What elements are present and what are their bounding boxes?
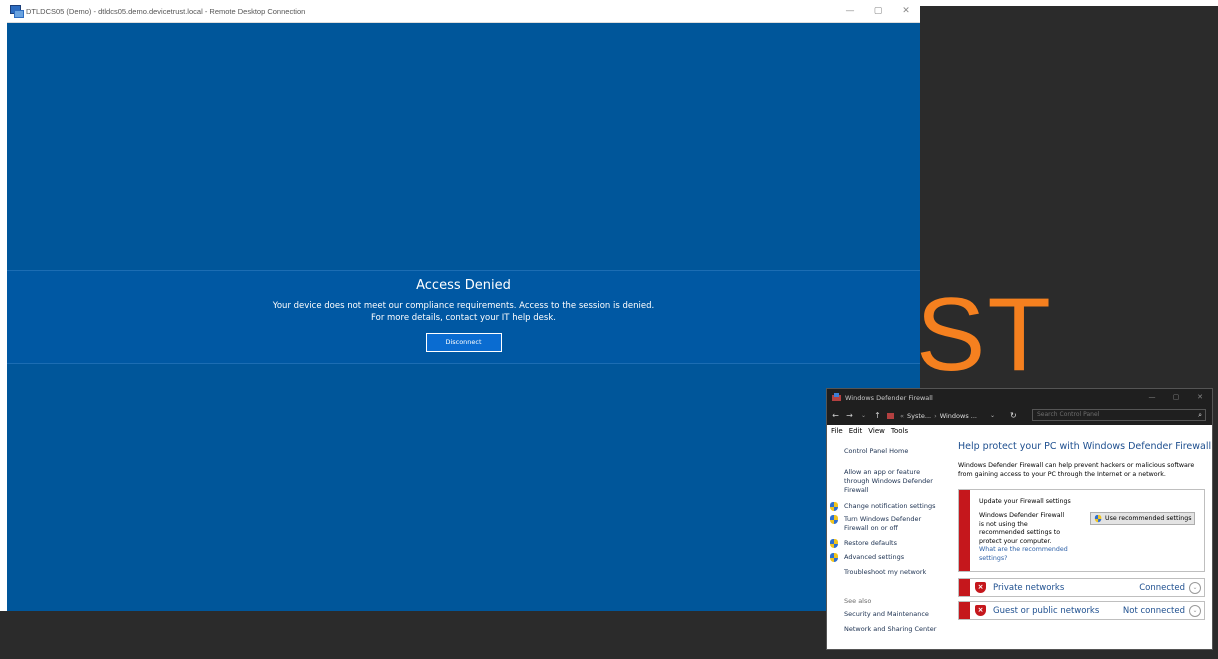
expand-chevron-icon[interactable]: ⌄ bbox=[1189, 582, 1201, 594]
see-also-heading: See also bbox=[844, 597, 872, 605]
firewall-navigation-bar: ← → ⌄ ↑ « Syste... › Windows ... ⌄ ↻ Sea… bbox=[827, 406, 1212, 425]
firewall-main-panel: Help protect your PC with Windows Defend… bbox=[958, 437, 1212, 649]
restore-defaults-item[interactable]: Restore defaults bbox=[830, 539, 897, 549]
uac-shield-icon bbox=[1094, 514, 1102, 523]
use-recommended-label: Use recommended settings bbox=[1105, 515, 1192, 522]
update-settings-title: Update your Firewall settings bbox=[979, 498, 1071, 505]
address-dropdown-icon[interactable]: ⌄ bbox=[990, 409, 995, 422]
status-bar bbox=[959, 579, 970, 596]
network-sharing-link[interactable]: Network and Sharing Center bbox=[844, 625, 936, 634]
firewall-window: Windows Defender Firewall — ▢ ✕ ← → ⌄ ↑ … bbox=[826, 388, 1213, 650]
access-denied-help: For more details, contact your IT help d… bbox=[371, 313, 556, 323]
breadcrumb-separator: « bbox=[900, 411, 904, 420]
close-button[interactable]: ✕ bbox=[892, 0, 920, 22]
network-name: Private networks bbox=[993, 583, 1065, 593]
page-title: Help protect your PC with Windows Defend… bbox=[958, 441, 1212, 452]
firewall-status-box: Update your Firewall settings Windows De… bbox=[958, 489, 1205, 572]
recommended-settings-link[interactable]: What are the recommended settings? bbox=[979, 546, 1079, 563]
network-state: Not connected bbox=[1122, 606, 1185, 616]
search-input[interactable]: Search Control Panel ⌕ bbox=[1032, 409, 1206, 421]
error-shield-icon: × bbox=[975, 605, 986, 616]
menu-file[interactable]: File bbox=[831, 427, 843, 435]
menu-bar: File Edit View Tools bbox=[827, 425, 1212, 436]
desktop-background-bottom bbox=[0, 611, 920, 659]
minimize-button[interactable]: — bbox=[1140, 389, 1164, 406]
search-placeholder: Search Control Panel bbox=[1037, 411, 1100, 418]
firewall-icon bbox=[832, 393, 841, 402]
back-arrow-icon[interactable]: ← bbox=[830, 411, 841, 420]
breadcrumb-separator: › bbox=[934, 411, 937, 420]
breadcrumb-windows-firewall[interactable]: Windows ... bbox=[940, 412, 977, 420]
security-maintenance-link[interactable]: Security and Maintenance bbox=[844, 610, 929, 619]
turn-on-off-link[interactable]: Turn Windows Defender Firewall on or off bbox=[844, 515, 934, 533]
disconnect-button[interactable]: Disconnect bbox=[425, 333, 502, 352]
allow-app-link[interactable]: Allow an app or feature through Windows … bbox=[844, 468, 944, 495]
use-recommended-settings-button[interactable]: Use recommended settings bbox=[1090, 512, 1195, 525]
refresh-icon[interactable]: ↻ bbox=[1010, 409, 1017, 422]
change-notifications-item[interactable]: Change notification settings bbox=[830, 502, 936, 512]
access-denied-banner: Access Denied Your device does not meet … bbox=[7, 270, 920, 364]
access-denied-message: Your device does not meet our compliance… bbox=[272, 301, 655, 311]
warning-message: Windows Defender Firewall is not using t… bbox=[979, 512, 1065, 545]
breadcrumb-system[interactable]: Syste... bbox=[907, 412, 931, 420]
brand-logo-fragment: ST bbox=[916, 277, 1053, 393]
expand-chevron-icon[interactable]: ⌄ bbox=[1189, 605, 1201, 617]
change-notifications-link[interactable]: Change notification settings bbox=[844, 502, 936, 512]
advanced-settings-item[interactable]: Advanced settings bbox=[830, 553, 904, 563]
uac-shield-icon bbox=[830, 539, 839, 549]
firewall-description: Windows Defender Firewall can help preve… bbox=[958, 462, 1195, 478]
maximize-button[interactable]: ▢ bbox=[1164, 389, 1188, 406]
forward-arrow-icon[interactable]: → bbox=[844, 411, 855, 420]
firewall-content: Control Panel Home Allow an app or featu… bbox=[827, 437, 1212, 649]
rdp-window-title: DTLDCS05 (Demo) - dtldcs05.demo.devicetr… bbox=[26, 6, 306, 16]
menu-edit[interactable]: Edit bbox=[849, 427, 863, 435]
firewall-window-controls: — ▢ ✕ bbox=[1140, 389, 1212, 406]
menu-tools[interactable]: Tools bbox=[891, 427, 908, 435]
public-networks-row[interactable]: × Guest or public networks Not connected… bbox=[958, 601, 1205, 620]
private-networks-row[interactable]: × Private networks Connected ⌄ bbox=[958, 578, 1205, 597]
control-panel-icon bbox=[887, 412, 894, 419]
advanced-settings-link[interactable]: Advanced settings bbox=[844, 553, 904, 563]
error-shield-icon: × bbox=[975, 582, 986, 593]
troubleshoot-link[interactable]: Troubleshoot my network bbox=[844, 568, 926, 577]
access-denied-heading: Access Denied bbox=[416, 278, 511, 293]
remote-desktop-icon bbox=[10, 5, 24, 18]
warning-bar bbox=[959, 490, 970, 571]
uac-shield-icon bbox=[830, 515, 839, 525]
menu-view[interactable]: View bbox=[868, 427, 885, 435]
search-icon[interactable]: ⌕ bbox=[1198, 410, 1202, 420]
remote-desktop-window: DTLDCS05 (Demo) - dtldcs05.demo.devicetr… bbox=[7, 0, 920, 611]
recent-locations-chevron-icon[interactable]: ⌄ bbox=[858, 412, 869, 419]
control-panel-home-link[interactable]: Control Panel Home bbox=[844, 447, 908, 456]
network-state: Connected bbox=[1139, 583, 1185, 593]
rdp-window-controls: — ▢ ✕ bbox=[836, 0, 920, 22]
firewall-title-bar[interactable]: Windows Defender Firewall — ▢ ✕ bbox=[827, 389, 1212, 406]
address-bar[interactable]: « Syste... › Windows ... ⌄ ↻ bbox=[887, 409, 1025, 422]
uac-shield-icon bbox=[830, 553, 839, 563]
firewall-window-title: Windows Defender Firewall bbox=[845, 393, 933, 402]
maximize-button[interactable]: ▢ bbox=[864, 0, 892, 22]
firewall-sidebar: Control Panel Home Allow an app or featu… bbox=[827, 437, 952, 649]
close-button[interactable]: ✕ bbox=[1188, 389, 1212, 406]
status-bar bbox=[959, 602, 970, 619]
rdp-title-bar[interactable]: DTLDCS05 (Demo) - dtldcs05.demo.devicetr… bbox=[7, 0, 920, 23]
restore-defaults-link[interactable]: Restore defaults bbox=[844, 539, 897, 549]
turn-on-off-item[interactable]: Turn Windows Defender Firewall on or off bbox=[830, 515, 934, 533]
network-name: Guest or public networks bbox=[993, 606, 1100, 616]
rdp-session-area: Access Denied Your device does not meet … bbox=[7, 22, 920, 611]
uac-shield-icon bbox=[830, 502, 839, 512]
up-arrow-icon[interactable]: ↑ bbox=[872, 411, 883, 420]
minimize-button[interactable]: — bbox=[836, 0, 864, 22]
